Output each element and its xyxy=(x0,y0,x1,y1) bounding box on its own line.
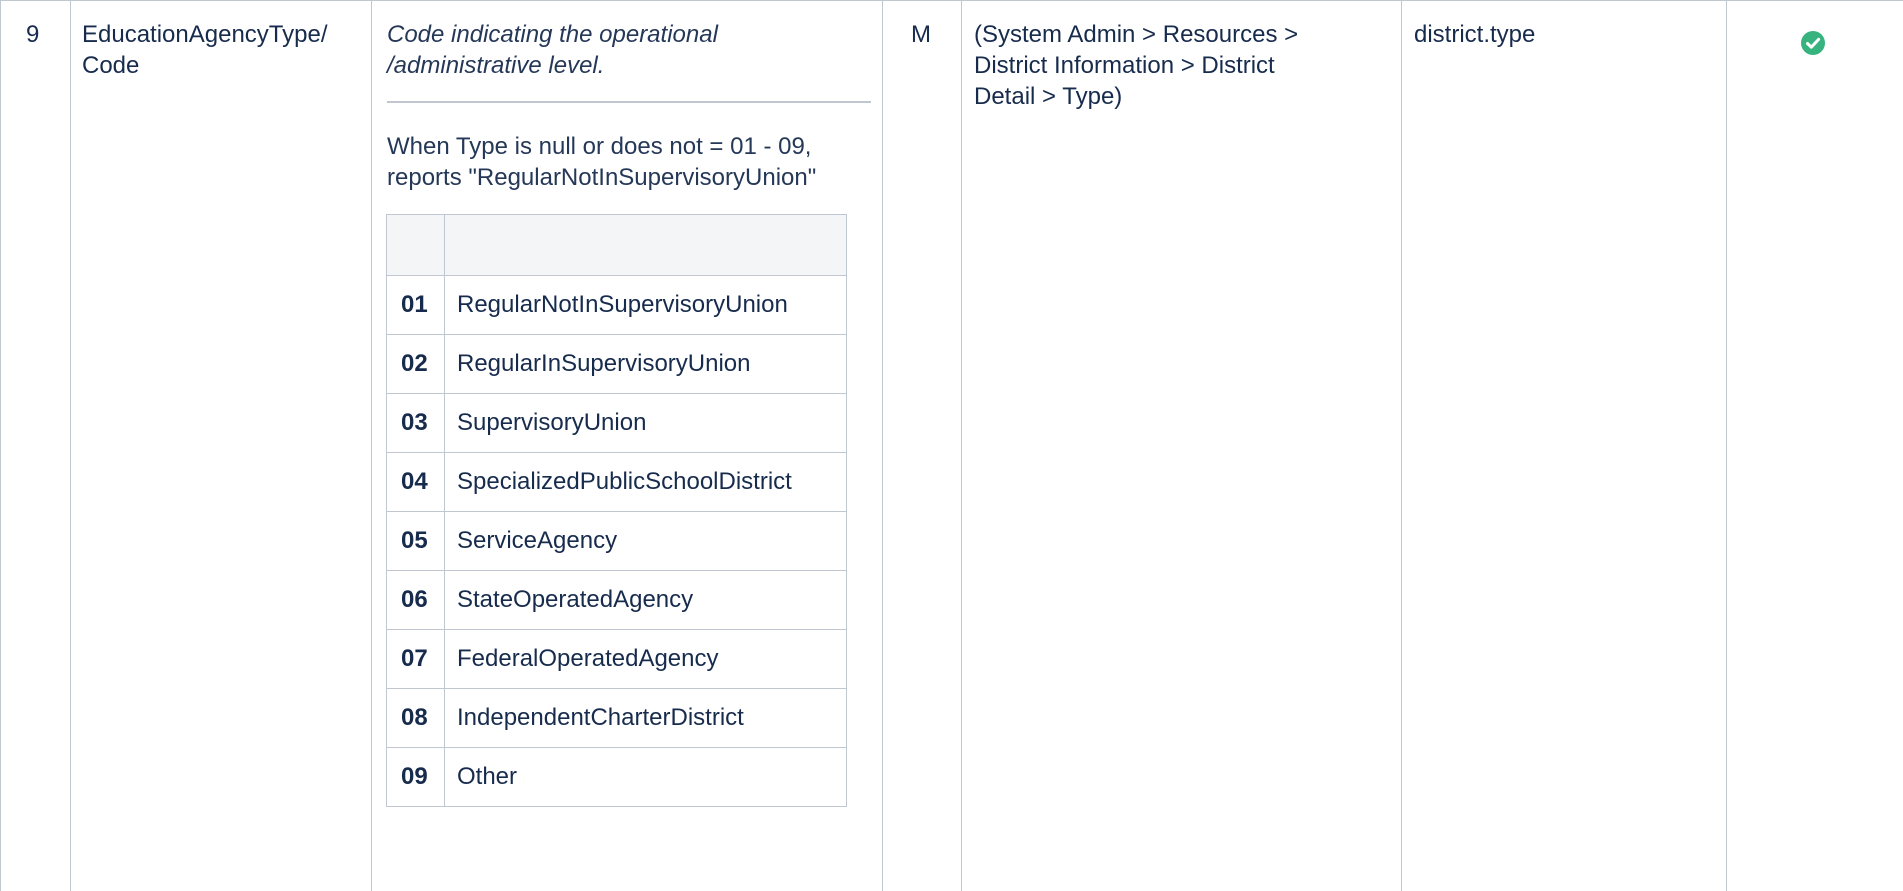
ui-path-line: (System Admin > Resources > xyxy=(974,21,1299,48)
column-field-name xyxy=(70,1,371,891)
code-row: 02 RegularInSupervisoryUnion xyxy=(386,334,847,394)
field-name: EducationAgencyType/ Code xyxy=(82,19,362,81)
code-value: 05 xyxy=(386,511,445,571)
code-label: StateOperatedAgency xyxy=(444,570,847,630)
description-line: /administrative level. xyxy=(387,52,605,79)
code-table-header-row xyxy=(386,214,847,276)
code-row: 07 FederalOperatedAgency xyxy=(386,629,847,689)
column-database-field xyxy=(1401,1,1726,891)
code-row: 05 ServiceAgency xyxy=(386,511,847,571)
field-name-line: EducationAgencyType/ xyxy=(82,21,328,48)
ui-navigation-path: (System Admin > Resources > District Inf… xyxy=(974,19,1394,112)
code-row: 04 SpecializedPublicSchoolDistrict xyxy=(386,452,847,512)
code-label: FederalOperatedAgency xyxy=(444,629,847,689)
column-number xyxy=(0,1,70,891)
ui-path-line: District Information > District xyxy=(974,52,1275,79)
code-value: 04 xyxy=(386,452,445,512)
code-row: 06 StateOperatedAgency xyxy=(386,570,847,630)
label-header-cell xyxy=(444,214,847,276)
code-label: SpecializedPublicSchoolDistrict xyxy=(444,452,847,512)
code-label: RegularInSupervisoryUnion xyxy=(444,334,847,394)
note-line: reports "RegularNotInSupervisoryUnion" xyxy=(387,164,817,191)
code-row: 01 RegularNotInSupervisoryUnion xyxy=(386,275,847,335)
code-row: 08 IndependentCharterDistrict xyxy=(386,688,847,748)
code-label: RegularNotInSupervisoryUnion xyxy=(444,275,847,335)
code-label: ServiceAgency xyxy=(444,511,847,571)
column-status xyxy=(1726,1,1903,891)
column-ui-path xyxy=(961,1,1401,891)
code-value: 06 xyxy=(386,570,445,630)
code-value: 02 xyxy=(386,334,445,394)
code-value: 01 xyxy=(386,275,445,335)
code-label: Other xyxy=(444,747,847,807)
description-line: Code indicating the operational xyxy=(387,21,718,48)
database-field: district.type xyxy=(1414,21,1536,48)
description-divider xyxy=(387,101,871,103)
code-row: 09 Other xyxy=(386,747,847,807)
code-label: IndependentCharterDistrict xyxy=(444,688,847,748)
code-values-table: 01 RegularNotInSupervisoryUnion 02 Regul… xyxy=(386,214,847,807)
code-value: 09 xyxy=(386,747,445,807)
code-value: 08 xyxy=(386,688,445,748)
note-line: When Type is null or does not = 01 - 09, xyxy=(387,133,812,160)
spec-table-row: 9 EducationAgencyType/ Code Code indicat… xyxy=(0,0,1903,891)
field-name-line: Code xyxy=(82,52,140,79)
code-label: SupervisoryUnion xyxy=(444,393,847,453)
column-requirement xyxy=(882,1,961,891)
code-row: 03 SupervisoryUnion xyxy=(386,393,847,453)
code-header-cell xyxy=(386,214,445,276)
ui-path-line: Detail > Type) xyxy=(974,83,1123,110)
check-circle-icon xyxy=(1801,31,1825,55)
null-handling-note: When Type is null or does not = 01 - 09,… xyxy=(387,131,887,193)
field-description: Code indicating the operational /adminis… xyxy=(387,19,877,81)
code-value: 07 xyxy=(386,629,445,689)
requirement-flag: M xyxy=(911,21,931,48)
code-value: 03 xyxy=(386,393,445,453)
row-number: 9 xyxy=(26,21,40,48)
